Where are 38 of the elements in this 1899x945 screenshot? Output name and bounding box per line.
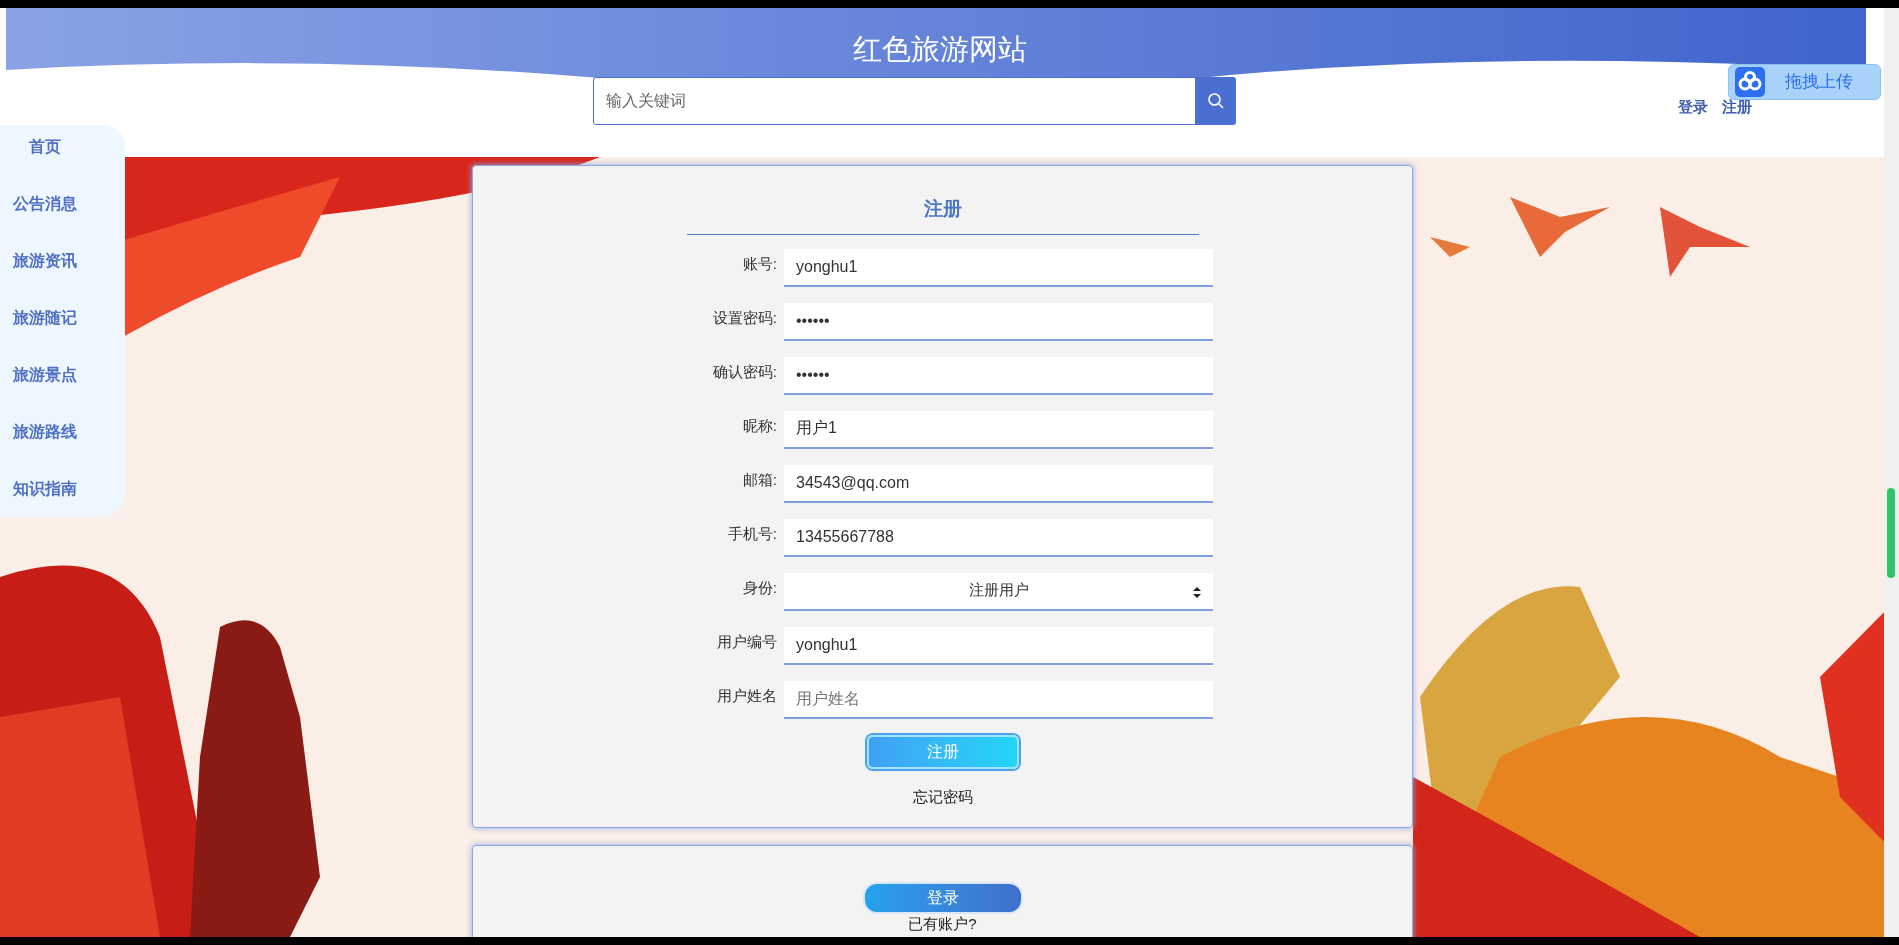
password-field[interactable]: ••••••: [784, 302, 1213, 341]
search-field[interactable]: 输入关键词: [593, 77, 1196, 125]
role-select[interactable]: 注册用户: [784, 572, 1213, 611]
field-label: 邮箱:: [741, 469, 778, 490]
sidebar-item[interactable]: 旅游路线: [13, 420, 77, 444]
login-button[interactable]: 登录: [862, 882, 1023, 914]
field-label: 账号:: [741, 253, 778, 274]
sidebar-item[interactable]: 首页: [29, 135, 61, 159]
sidebar-item[interactable]: 知识指南: [13, 477, 77, 501]
input-field[interactable]: 用户姓名: [784, 680, 1213, 719]
form-title: 注册: [923, 197, 962, 221]
account-prompt: 已有账户?: [908, 916, 977, 932]
input-field[interactable]: 34543@qq.com: [784, 464, 1213, 503]
field-label: 用户姓名: [716, 685, 778, 706]
cloud-icon: [1735, 67, 1765, 97]
sidebar-item[interactable]: 旅游随记: [13, 306, 77, 330]
field-label: 手机号:: [726, 523, 778, 544]
field-label: 用户编号: [716, 631, 778, 652]
input-field[interactable]: yonghu1: [784, 248, 1213, 287]
field-label: 确认密码:: [711, 361, 778, 382]
field-label: 昵称:: [741, 415, 778, 436]
sidebar-item[interactable]: 旅游景点: [13, 363, 77, 387]
input-field[interactable]: 13455667788: [784, 518, 1213, 557]
field-label: 设置密码:: [711, 307, 778, 328]
sidebar-item[interactable]: 公告消息: [13, 192, 77, 216]
sort-arrows-icon: [1193, 586, 1201, 598]
password-field[interactable]: ••••••: [784, 356, 1213, 395]
search-button[interactable]: [1196, 77, 1236, 125]
scrollbar-thumb[interactable]: [1887, 488, 1895, 578]
field-label: 身份:: [741, 577, 778, 598]
site-title: 红色旅游网站: [852, 32, 1028, 67]
search-icon: [1207, 92, 1225, 110]
header-link[interactable]: 登录: [1678, 96, 1708, 119]
forgot-password-link[interactable]: 忘记密码: [912, 785, 973, 808]
sidebar-item[interactable]: 旅游资讯: [13, 249, 77, 273]
input-field[interactable]: yonghu1: [784, 626, 1213, 665]
input-field[interactable]: 用户1: [784, 410, 1213, 449]
upload-label: 拖拽上传: [1785, 71, 1853, 94]
